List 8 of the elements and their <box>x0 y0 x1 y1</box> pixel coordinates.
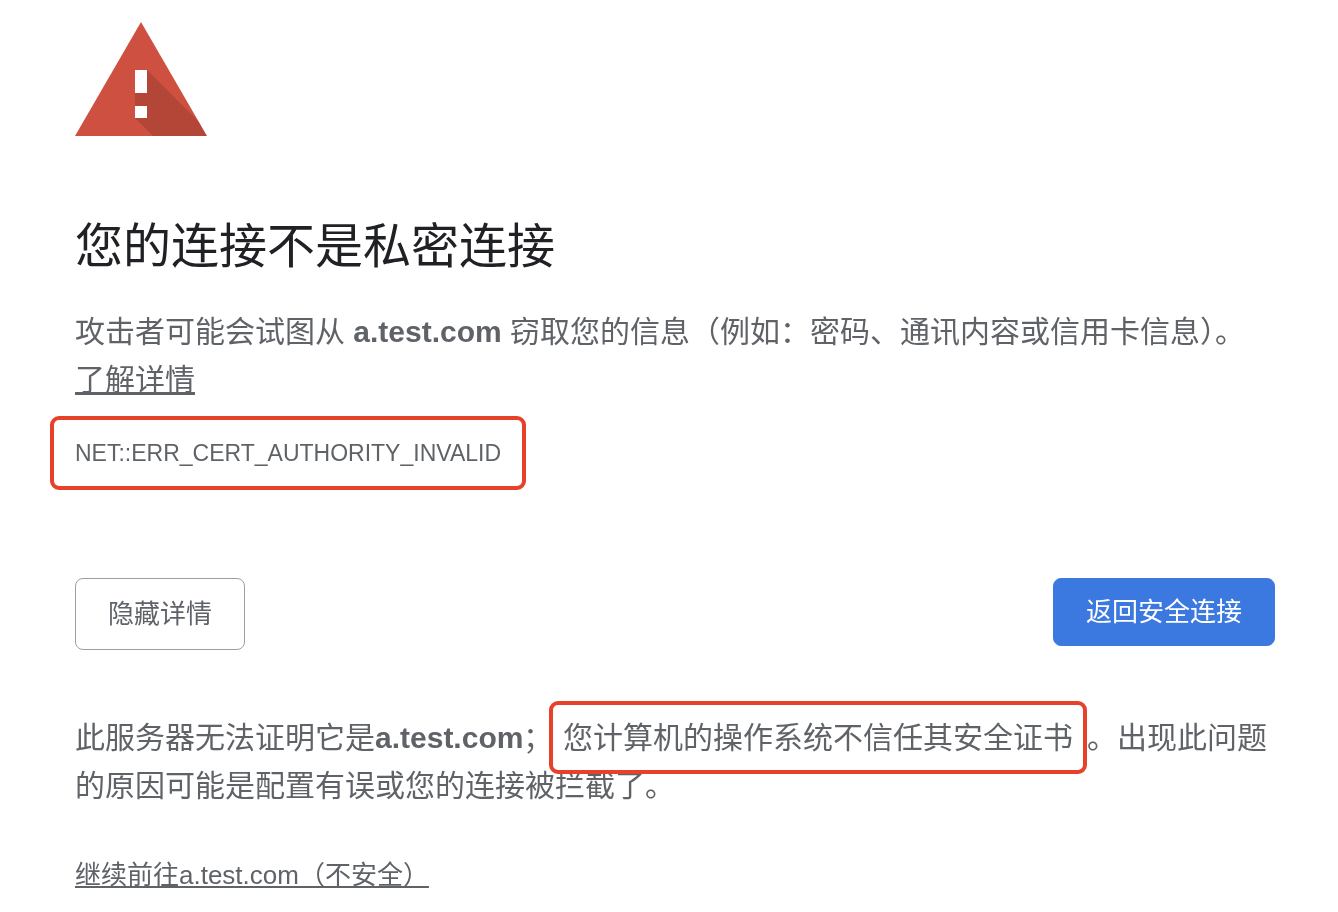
page-heading: 您的连接不是私密连接 <box>75 219 556 275</box>
warning-icon <box>75 22 207 136</box>
error-code: NET::ERR_CERT_AUTHORITY_INVALID <box>75 439 502 468</box>
back-to-safety-button[interactable]: 返回安全连接 <box>1053 578 1275 646</box>
learn-more-link[interactable]: 了解详情 <box>75 356 195 404</box>
warning-description: 攻击者可能会试图从 a.test.com 窃取您的信息（例如：密码、通讯内容或信用卡信息）。 <box>75 314 1247 350</box>
proceed-unsafe-link[interactable]: 继续前往a.test.com（不安全） <box>75 857 429 893</box>
hide-details-button[interactable]: 隐藏详情 <box>75 578 245 650</box>
